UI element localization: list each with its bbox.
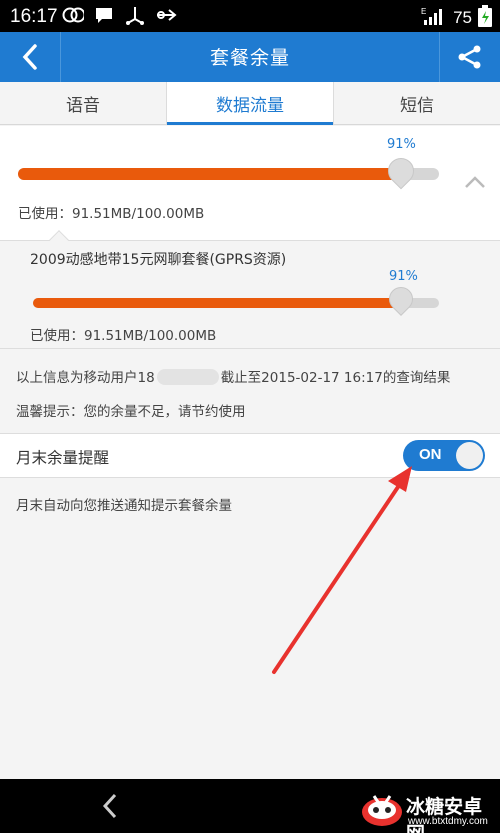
summary-progress-track [18,168,439,180]
tab-bar: 语音 数据流量 短信 [0,82,500,125]
collapse-button[interactable] [464,174,486,193]
package-used-text: 已使用：91.51MB/100.00MB [30,328,217,344]
watermark-url: www.btxtdmy.com [408,816,488,827]
query-info-prefix: 以上信息为移动用户18 [16,370,155,386]
watermark: 冰糖安卓网 www.btxtdmy.com [360,790,500,833]
signal-icon: E [421,6,447,30]
status-bar: 16:17 E 75 [0,0,500,32]
reminder-description: 月末自动向您推送通知提示套餐余量 [16,498,232,514]
summary-used-text: 已使用：91.51MB/100.00MB [18,206,205,222]
tab-data[interactable]: 数据流量 [167,82,334,125]
toggle-knob [456,442,483,469]
package-progress-fill [33,298,403,308]
summary-progress-fill [18,168,402,180]
summary-percent: 91% [387,137,416,152]
share-button[interactable] [440,32,500,82]
package-progress-track [33,298,439,308]
package-progress-thumb [384,282,418,316]
nav-back-icon [102,793,117,819]
summary-card: 91% 已使用：91.51MB/100.00MB [0,126,500,241]
share-icon [458,45,481,69]
status-time: 16:17 [10,6,58,27]
query-info: 以上信息为移动用户18 截止至2015-02-17 16:17的查询结果 [16,366,450,386]
app-bar: 套餐余量 [0,32,500,82]
chat-icon [93,5,115,25]
battery-level: 75 [453,8,472,27]
summary-progress-thumb [382,152,420,190]
reminder-label: 月末余量提醒 [16,449,110,467]
battery-icon [478,5,492,31]
package-card: 2009动感地带15元网聊套餐(GPRS资源) 91% 已使用：91.51MB/… [0,241,500,349]
package-name: 2009动感地带15元网聊套餐(GPRS资源) [30,252,287,268]
transfer-icon [155,5,177,25]
tab-voice[interactable]: 语音 [0,82,167,124]
toggle-state-text: ON [419,446,442,463]
masked-number [156,369,219,385]
reminder-row: 月末余量提醒 ON [0,433,500,478]
reminder-toggle[interactable]: ON [403,440,485,471]
query-info-suffix: 截止至2015-02-17 16:17的查询结果 [220,370,451,386]
low-balance-tip: 温馨提示：您的余量不足，请节约使用 [16,404,246,420]
chevron-up-icon [465,176,485,188]
tab-sms[interactable]: 短信 [334,82,500,124]
circles-icon [62,5,84,25]
nav-back-button[interactable] [92,789,128,823]
watermark-logo [362,795,402,826]
usb-icon [124,5,146,25]
svg-text:E: E [421,7,426,16]
package-percent: 91% [389,269,418,284]
page-title: 套餐余量 [209,47,290,69]
